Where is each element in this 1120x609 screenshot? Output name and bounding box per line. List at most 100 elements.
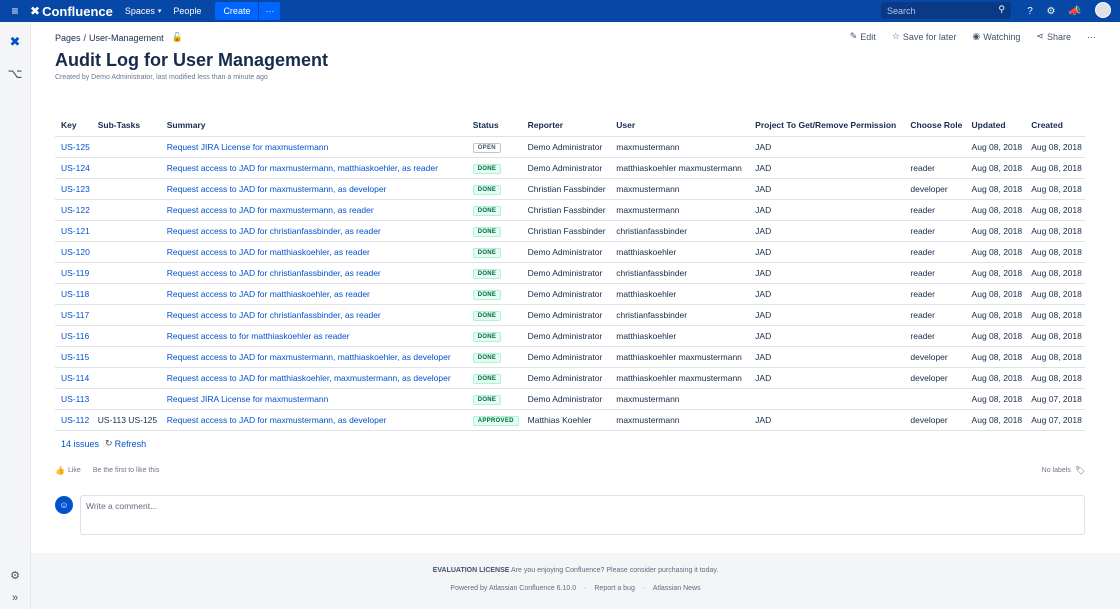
table-cell-user: christianfassbinder xyxy=(610,262,750,284)
issue-key-link[interactable]: US-114 xyxy=(61,373,89,383)
page-tree-icon[interactable]: ⌥ xyxy=(7,66,23,82)
restrictions-icon[interactable]: 🔓 xyxy=(172,32,183,43)
issue-summary-link[interactable]: Request access to JAD for christianfassb… xyxy=(167,226,381,236)
table-cell-reporter: Demo Administrator xyxy=(521,388,611,410)
column-header-key[interactable]: Key xyxy=(55,115,92,137)
search-input[interactable]: Search ⚲ xyxy=(881,2,1011,19)
column-header-user[interactable]: User xyxy=(610,115,750,137)
issue-role: reader xyxy=(910,246,935,257)
issue-key-link[interactable]: US-120 xyxy=(61,247,90,257)
create-more-button[interactable]: ··· xyxy=(258,2,281,20)
space-settings-icon[interactable]: ⚙ xyxy=(7,567,23,583)
issue-summary-link[interactable]: Request JIRA License for maxmustermann xyxy=(167,142,329,152)
report-bug-link[interactable]: Report a bug xyxy=(594,585,634,592)
issue-summary-link[interactable]: Request access to JAD for maxmustermann,… xyxy=(167,184,387,194)
table-cell-updated: Aug 08, 2018 xyxy=(965,157,1026,179)
refresh-button[interactable]: ↻ Refresh xyxy=(105,438,146,449)
table-cell-summary: Request access to JAD for matthiaskoehle… xyxy=(160,283,467,305)
table-cell-user: maxmustermann xyxy=(610,388,750,410)
issue-summary-link[interactable]: Request access to JAD for christianfassb… xyxy=(167,268,381,278)
create-button[interactable]: Create xyxy=(215,2,259,20)
comment-input[interactable]: Write a comment... xyxy=(80,495,1085,535)
column-header-project[interactable]: Project To Get/Remove Permission xyxy=(749,115,905,137)
issue-summary-link[interactable]: Request access to JAD for maxmustermann,… xyxy=(167,352,451,362)
column-header-updated[interactable]: Updated xyxy=(965,115,1026,137)
user-avatar[interactable] xyxy=(1095,2,1111,18)
issue-key-link[interactable]: US-121 xyxy=(61,226,90,236)
powered-by-link[interactable]: Powered by Atlassian Confluence 6.10.0 xyxy=(450,585,576,592)
more-actions-button[interactable]: ··· xyxy=(1087,32,1096,42)
like-summary: Be the first to like this xyxy=(92,467,160,474)
save-for-later-button[interactable]: ☆ Save for later xyxy=(892,31,957,42)
status-lozenge: OPEN xyxy=(472,142,501,153)
like-button[interactable]: 👍 Like xyxy=(55,466,81,475)
table-footer: 14 issues ↻ Refresh xyxy=(61,438,146,449)
issue-key-link[interactable]: US-124 xyxy=(61,163,90,173)
issue-user: matthiaskoehler xyxy=(616,330,677,341)
column-header-summary[interactable]: Summary xyxy=(160,115,467,137)
spaces-menu[interactable]: Spaces ▾ xyxy=(125,6,162,16)
issue-key-link[interactable]: US-119 xyxy=(61,268,89,278)
table-cell-summary: Request access to JAD for maxmustermann,… xyxy=(160,178,467,200)
edit-button[interactable]: ✎ Edit xyxy=(850,31,876,42)
confluence-logo[interactable]: ✖ Confluence xyxy=(30,4,113,19)
issue-user: maxmustermann xyxy=(616,414,680,425)
issue-summary-link[interactable]: Request access to JAD for maxmustermann,… xyxy=(167,205,374,215)
issue-key-link[interactable]: US-112 xyxy=(61,415,89,425)
table-cell-created: Aug 08, 2018 xyxy=(1025,304,1085,326)
breadcrumb-pages[interactable]: Pages xyxy=(55,33,81,43)
table-cell-project: JAD xyxy=(749,199,905,221)
table-cell-project: JAD xyxy=(749,241,905,263)
issue-key-link[interactable]: US-122 xyxy=(61,205,90,215)
issue-key-link[interactable]: US-115 xyxy=(61,352,89,362)
issue-key-link[interactable]: US-113 xyxy=(61,394,89,404)
issue-summary-link[interactable]: Request access to JAD for maxmustermann,… xyxy=(167,163,438,173)
share-button[interactable]: ⋖ Share xyxy=(1036,31,1071,42)
hamburger-icon[interactable]: ≡ xyxy=(0,0,30,22)
issue-key-link[interactable]: US-116 xyxy=(61,331,89,341)
expand-sidebar-icon[interactable]: » xyxy=(7,590,23,606)
table-cell-status: OPEN xyxy=(466,136,522,158)
issue-created: Aug 08, 2018 xyxy=(1031,267,1082,278)
column-header-created[interactable]: Created xyxy=(1025,115,1085,137)
confluence-space-icon[interactable]: ✖ xyxy=(7,34,23,50)
issue-subtasks[interactable]: US-113 US-125 xyxy=(98,415,157,425)
issue-summary-link[interactable]: Request access to JAD for matthiaskoehle… xyxy=(167,289,370,299)
watching-button[interactable]: ◉ Watching xyxy=(972,31,1020,42)
issue-summary-link[interactable]: Request access to for matthiaskoehler as… xyxy=(167,331,350,341)
table-cell-created: Aug 08, 2018 xyxy=(1025,262,1085,284)
issue-summary-link[interactable]: Request access to JAD for matthiaskoehle… xyxy=(167,247,370,257)
people-link[interactable]: People xyxy=(173,6,201,16)
tag-icon[interactable]: 🏷 xyxy=(1075,466,1085,475)
issue-created: Aug 08, 2018 xyxy=(1031,183,1082,194)
table-cell-key: US-120 xyxy=(55,241,92,263)
atlassian-news-link[interactable]: Atlassian News xyxy=(653,585,701,592)
comment-avatar: ☺ xyxy=(55,496,73,514)
column-header-subtasks[interactable]: Sub-Tasks xyxy=(91,115,161,137)
help-icon[interactable]: ? xyxy=(1022,3,1038,19)
column-header-status[interactable]: Status xyxy=(466,115,522,137)
table-cell-user: christianfassbinder xyxy=(610,304,750,326)
license-label: EVALUATION LICENSE xyxy=(432,567,510,574)
labels-section: No labels 🏷 xyxy=(1042,466,1085,475)
issue-key-link[interactable]: US-125 xyxy=(61,142,90,152)
issue-summary-link[interactable]: Request access to JAD for maxmustermann,… xyxy=(167,415,387,425)
table-cell-updated: Aug 08, 2018 xyxy=(965,346,1026,368)
issue-summary-link[interactable]: Request access to JAD for matthiaskoehle… xyxy=(167,373,451,383)
settings-icon[interactable]: ⚙ xyxy=(1043,3,1059,19)
issue-summary-link[interactable]: Request access to JAD for christianfassb… xyxy=(167,310,381,320)
issue-summary-link[interactable]: Request JIRA License for maxmustermann xyxy=(167,394,329,404)
issue-reporter: Demo Administrator xyxy=(527,372,603,383)
table-cell-user: matthiaskoehler xyxy=(610,283,750,305)
notifications-icon[interactable]: 📣 xyxy=(1067,3,1083,19)
column-header-reporter[interactable]: Reporter xyxy=(521,115,611,137)
breadcrumb-current[interactable]: User-Management xyxy=(89,33,164,43)
issue-key-link[interactable]: US-117 xyxy=(61,310,89,320)
issue-key-link[interactable]: US-118 xyxy=(61,289,89,299)
table-row: US-123 Request access to JAD for maxmuste… xyxy=(55,178,1085,200)
table-cell-reporter: Demo Administrator xyxy=(521,241,611,263)
table-cell-subtasks xyxy=(91,325,161,347)
issue-count-link[interactable]: 14 issues xyxy=(61,439,99,449)
column-header-role[interactable]: Choose Role xyxy=(904,115,966,137)
issue-key-link[interactable]: US-123 xyxy=(61,184,90,194)
